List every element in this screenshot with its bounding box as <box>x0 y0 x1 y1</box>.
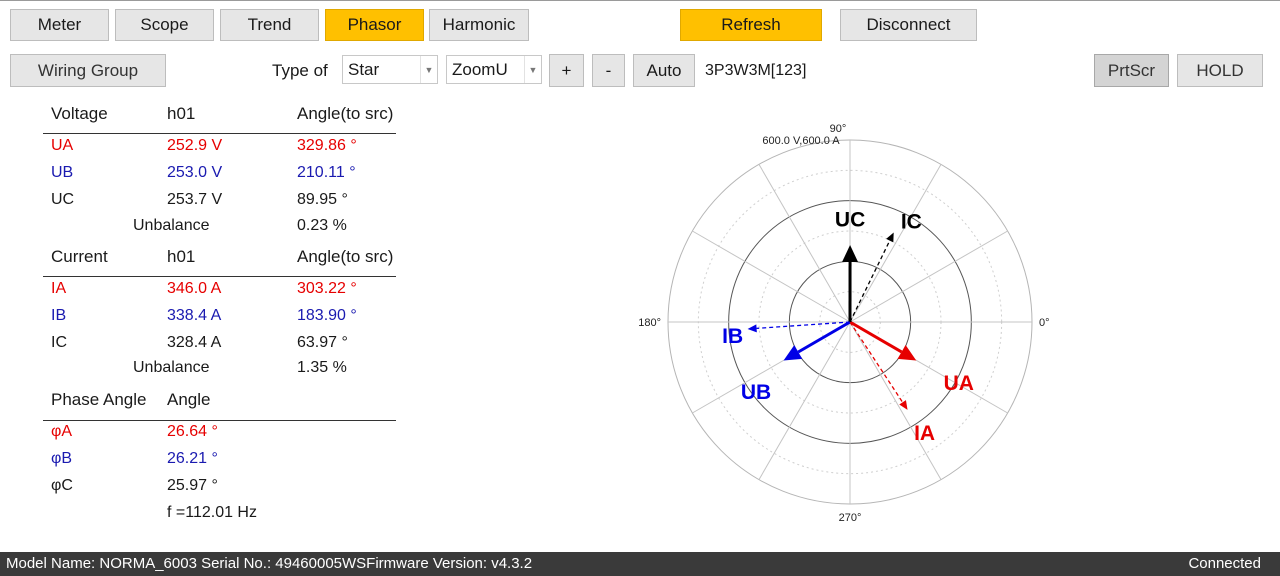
voltage-row-name: UA <box>51 137 74 154</box>
phase-angle-row-angle: 26.64 ° <box>167 423 218 440</box>
type-select[interactable]: Star ▼ <box>342 55 438 84</box>
voltage-row-name: UC <box>51 191 75 208</box>
status-bar: Model Name: NORMA_6003 Serial No.: 49460… <box>0 552 1280 576</box>
phase-angle-header-name: Phase Angle <box>51 390 147 409</box>
grid-spoke <box>758 321 851 480</box>
current-divider <box>43 276 396 277</box>
voltage-header-h01: h01 <box>167 104 196 123</box>
connection-status: Connected <box>1188 555 1261 572</box>
voltage-row-angle: 89.95 ° <box>297 191 348 208</box>
top-border <box>0 0 1280 1</box>
vector-line-IA <box>849 321 904 403</box>
voltage-row-value: 252.9 V <box>167 137 223 154</box>
phasor-diagram: UA UB UC IA IB IC 90° 600.0 V,600.0 A 0° 180°… <box>638 123 1050 524</box>
grid-spoke <box>849 230 1008 323</box>
wiring-group-button[interactable]: Wiring Group <box>10 54 166 87</box>
vector-label-UB: UB <box>741 381 771 404</box>
vector-label-IB: IB <box>722 325 743 348</box>
tab-meter[interactable]: Meter <box>10 9 109 41</box>
zoom-select-value: ZoomU <box>452 59 508 79</box>
current-row-name: IB <box>51 307 67 324</box>
angle-label-180: 180° <box>638 317 661 329</box>
auto-button[interactable]: Auto <box>633 54 695 87</box>
current-unbalance-label: Unbalance <box>133 359 210 376</box>
phase-angle-row-angle: 26.21 ° <box>167 450 218 467</box>
voltage-unbalance-label: Unbalance <box>133 217 210 234</box>
current-row-name: IA <box>51 280 67 297</box>
vector-line-IB <box>756 321 851 330</box>
chevron-down-icon: ▼ <box>524 56 541 83</box>
phase-angle-divider <box>43 420 396 421</box>
wiring-mode-label: 3P3W3M[123] <box>705 62 807 79</box>
vector-arrowhead-IA <box>899 400 908 410</box>
current-row-name: IC <box>51 334 67 351</box>
vector-arrowhead-UC <box>842 245 859 263</box>
tab-scope[interactable]: Scope <box>115 9 214 41</box>
current-row-angle: 63.97 ° <box>297 334 348 351</box>
phasor-vectors: UA UB UC IA IB IC <box>722 209 974 445</box>
voltage-row-value: 253.7 V <box>167 191 223 208</box>
voltage-unbalance-value: 0.23 % <box>297 217 347 234</box>
grid-spoke <box>849 164 942 323</box>
vector-label-IC: IC <box>901 210 922 233</box>
current-row-angle: 303.22 ° <box>297 280 357 297</box>
tab-trend[interactable]: Trend <box>220 9 319 41</box>
vector-line-UB <box>797 320 851 354</box>
current-header-name: Current <box>51 247 108 266</box>
refresh-button[interactable]: Refresh <box>680 9 822 41</box>
vector-arrowhead-IC <box>886 232 894 243</box>
phase-angle-row-name: φC <box>51 477 73 494</box>
grid-spoke <box>692 230 851 323</box>
angle-label-270: 270° <box>839 512 862 524</box>
voltage-row-angle: 210.11 ° <box>297 164 356 181</box>
voltage-header-name: Voltage <box>51 104 108 123</box>
grid-spoke <box>849 321 942 480</box>
vector-arrowhead-IB <box>747 324 757 333</box>
zoom-out-button[interactable]: - <box>592 54 625 87</box>
voltage-row-angle: 329.86 ° <box>297 137 357 154</box>
current-row-angle: 183.90 ° <box>297 307 357 324</box>
zoom-select[interactable]: ZoomU ▼ <box>446 55 542 84</box>
voltage-header-angle: Angle(to src) <box>297 104 394 123</box>
vector-label-IA: IA <box>914 422 935 445</box>
current-header-angle: Angle(to src) <box>297 247 394 266</box>
vector-label-UC: UC <box>835 209 865 232</box>
vector-label-UA: UA <box>944 372 974 395</box>
tab-harmonic[interactable]: Harmonic <box>429 9 529 41</box>
tab-phasor[interactable]: Phasor <box>325 9 424 41</box>
zoom-in-button[interactable]: + <box>549 54 584 87</box>
phase-angle-row-angle: 25.97 ° <box>167 477 218 494</box>
current-unbalance-value: 1.35 % <box>297 359 347 376</box>
voltage-divider <box>43 133 396 134</box>
current-row-value: 328.4 A <box>167 334 222 351</box>
scale-label: 600.0 V,600.0 A <box>762 135 840 147</box>
frequency-value: f =112.01 Hz <box>167 504 257 521</box>
device-info: Model Name: NORMA_6003 Serial No.: 49460… <box>6 555 533 572</box>
phase-angle-row-name: φA <box>51 423 73 440</box>
prtscr-button[interactable]: PrtScr <box>1094 54 1169 87</box>
current-header-h01: h01 <box>167 247 196 266</box>
angle-label-90: 90° <box>830 123 847 135</box>
hold-button[interactable]: HOLD <box>1177 54 1263 87</box>
angle-label-0: 0° <box>1039 317 1050 329</box>
chevron-down-icon: ▼ <box>420 56 437 83</box>
disconnect-button[interactable]: Disconnect <box>840 9 977 41</box>
phase-angle-row-name: φB <box>51 450 73 467</box>
type-of-label: Type of <box>272 61 328 80</box>
voltage-row-name: UB <box>51 164 74 181</box>
phase-angle-header-angle: Angle <box>167 390 211 409</box>
current-row-value: 346.0 A <box>167 280 222 297</box>
type-select-value: Star <box>348 59 380 79</box>
current-row-value: 338.4 A <box>167 307 222 324</box>
vector-line-IC <box>849 240 891 323</box>
vector-line-UA <box>849 320 903 354</box>
grid-spoke <box>758 164 851 323</box>
voltage-row-value: 253.0 V <box>167 164 223 181</box>
